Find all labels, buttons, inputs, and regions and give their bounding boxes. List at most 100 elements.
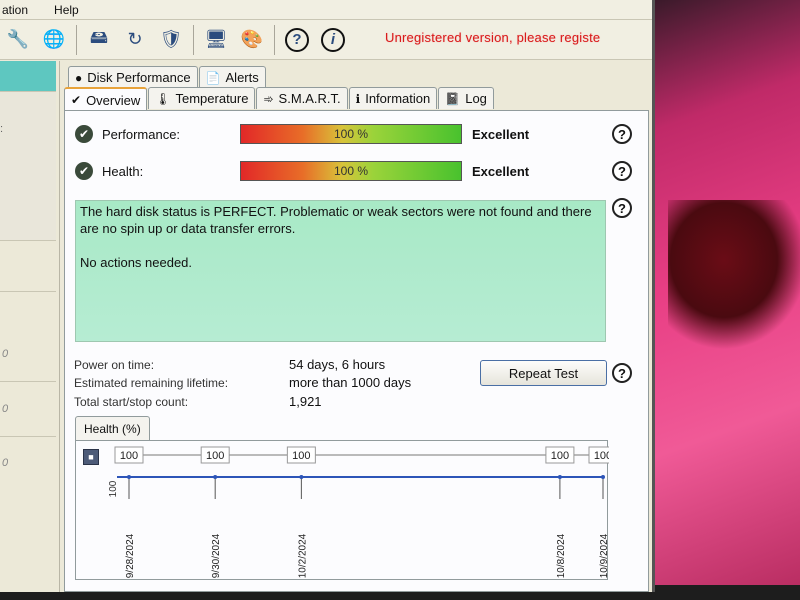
status-action: No actions needed. (80, 255, 193, 270)
data-point (299, 475, 304, 479)
toolbar-separator (76, 24, 77, 55)
smart-icon: ➾ (263, 91, 274, 106)
disk-list-zero: 0 (2, 403, 9, 415)
tab-row-top: ● Disk Performance 📄 Alerts (68, 66, 267, 88)
disk-list-marker: : (0, 123, 4, 135)
performance-row: ✔ Performance: 100 % Excellent ? (65, 123, 648, 145)
data-point (127, 475, 131, 479)
health-bar: 100 % (240, 161, 462, 181)
refresh-icon[interactable]: ↻ (120, 25, 150, 55)
menu-item-ation[interactable]: ation (0, 3, 38, 17)
data-point (601, 475, 605, 479)
tab-label: S.M.A.R.T. (278, 91, 341, 106)
value-label: 100 (120, 450, 138, 462)
tab-overview[interactable]: ✔ Overview (64, 87, 148, 111)
tab-label: Log (465, 91, 487, 106)
help-icon[interactable]: ? (612, 161, 632, 181)
startstop-value: 1,921 (289, 394, 322, 409)
tab-label: Disk Performance (87, 70, 191, 85)
tab-row-bottom: ✔ Overview 🌡 Temperature ➾ S.M.A.R.T. ℹ … (64, 87, 495, 111)
date-label: 10/8/2024 (556, 533, 567, 578)
performance-bar: 100 % (240, 124, 462, 144)
usb-drive-icon[interactable]: 🖴 (84, 25, 114, 55)
tab-disk-performance[interactable]: ● Disk Performance (68, 66, 198, 88)
health-chart: ■ 100 100 9/28/2024 100 9/30/2024 100 10/2/202… (75, 440, 609, 580)
disk-list-pane: : 0 0 0 (0, 61, 60, 592)
health-row: ✔ Health: 100 % Excellent ? (65, 160, 648, 182)
lifetime-value: more than 1000 days (289, 375, 412, 390)
tab-label: Overview (86, 92, 141, 108)
check-icon: ✔ (75, 162, 93, 180)
toolbar-separator (274, 24, 275, 55)
tab-information[interactable]: ℹ Information (348, 87, 438, 109)
disk-list-item-selected[interactable] (0, 61, 56, 91)
health-status: Excellent (472, 163, 530, 179)
tab-temperature[interactable]: 🌡 Temperature (148, 87, 256, 109)
disk-list-item[interactable] (0, 91, 56, 241)
performance-value: 100 % (333, 127, 369, 141)
info-icon: ℹ (355, 91, 361, 106)
info-toolbar-button[interactable]: i (318, 25, 348, 55)
shield-icon[interactable]: 🛡 (156, 25, 186, 55)
value-label: 100 (292, 450, 310, 462)
date-label: 9/28/2024 (125, 533, 136, 578)
tab-smart[interactable]: ➾ S.M.A.R.T. (256, 87, 348, 109)
thermometer-icon: 🌡 (155, 91, 171, 106)
y-axis-label: 100 (108, 480, 119, 497)
toolbar-separator (193, 24, 194, 55)
power-on-value: 54 days, 6 hours (289, 357, 386, 372)
disk-list-zero: 0 (2, 457, 9, 469)
repeat-test-button[interactable]: Repeat Test (480, 360, 607, 386)
status-message: The hard disk status is PERFECT. Problem… (80, 204, 592, 236)
disk-list-zero: 0 (2, 348, 9, 360)
menu-item-help[interactable]: Help (52, 3, 89, 17)
data-point (557, 475, 562, 479)
startstop-label: Total start/stop count: (74, 395, 189, 409)
data-point (213, 475, 218, 479)
value-label: 100 (206, 450, 224, 462)
value-label: 100 (551, 450, 569, 462)
unregistered-notice[interactable]: Unregistered version, please registe (385, 30, 600, 45)
wrench-icon[interactable]: 🔧 (3, 25, 33, 55)
help-icon[interactable]: ? (612, 363, 632, 383)
lifetime-label: Estimated remaining lifetime: (74, 376, 229, 390)
health-value: 100 % (333, 164, 369, 178)
power-on-label: Power on time: (74, 358, 155, 372)
alert-icon: 📄 (205, 70, 221, 85)
date-label: 9/30/2024 (211, 533, 222, 578)
health-chart-svg: 100 100 9/28/2024 100 9/30/2024 100 10/2/2024 1… (108, 446, 609, 578)
tab-label: Information (365, 91, 431, 106)
monitor-icon[interactable]: 🖥 (201, 25, 231, 55)
tab-alerts[interactable]: 📄 Alerts (198, 66, 266, 88)
divider (0, 381, 56, 382)
paint-icon[interactable]: 🎨 (237, 25, 267, 55)
disk-icon: ● (75, 70, 83, 85)
tab-label: Temperature (175, 91, 249, 106)
check-icon: ✔ (75, 125, 93, 143)
date-label: 10/9/2024 (599, 533, 609, 578)
date-label: 10/2/2024 (297, 533, 308, 578)
check-icon: ✔ (71, 93, 82, 107)
background-cable (668, 200, 800, 350)
performance-status: Excellent (472, 126, 530, 142)
tab-label: Alerts (225, 70, 259, 85)
value-label: 100 (594, 450, 609, 462)
help-icon[interactable]: ? (612, 124, 632, 144)
help-icon: ? (285, 27, 309, 52)
tab-health-chart[interactable]: Health (%) (75, 416, 150, 440)
globe-icon[interactable]: 🌐 (39, 25, 69, 55)
divider (0, 436, 56, 437)
menu-bar: ation Help (0, 0, 652, 20)
toolbar: 🔧 🌐 🖴 ↻ 🛡 🖥 🎨 ? i Unregistered version, … (0, 20, 652, 60)
tab-log[interactable]: 📓 Log (438, 87, 494, 109)
performance-label: Performance: (102, 126, 181, 142)
status-description: The hard disk status is PERFECT. Problem… (75, 200, 606, 342)
app-window: ation Help 🔧 🌐 🖴 ↻ 🛡 🖥 🎨 ? i Unregistere… (0, 0, 655, 592)
help-icon[interactable]: ? (612, 198, 632, 218)
log-icon: 📓 (445, 91, 461, 106)
health-label: Health: (102, 163, 144, 179)
overview-panel: ✔ Performance: 100 % Excellent ? ✔ Healt… (64, 110, 649, 592)
divider (0, 291, 56, 292)
help-toolbar-button[interactable]: ? (282, 25, 312, 55)
info-icon: i (321, 27, 345, 52)
